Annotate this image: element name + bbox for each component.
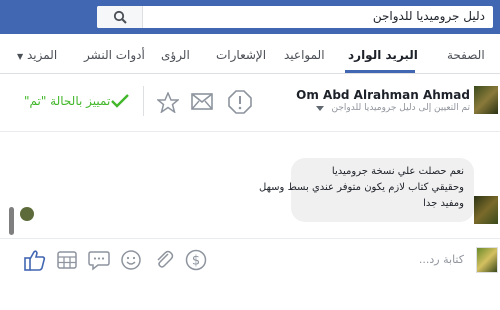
emoji-icon[interactable] (120, 249, 142, 271)
contact-name[interactable]: Om Abd Alrahman Ahmad (296, 88, 470, 102)
like-icon[interactable] (24, 249, 46, 271)
message-line: ومفيد جدا (423, 198, 464, 209)
message-line: وحقيقي كتاب لازم يكون متوفر عندي بسط وسه… (259, 182, 464, 193)
tab-more[interactable]: المزيد ▼ (17, 48, 57, 62)
message-bubble: نعم حصلت علي نسخة جروميديا وحقيقي كتاب ل… (259, 158, 474, 222)
avatar (474, 86, 498, 114)
assigned-to[interactable]: تم التعيين إلى دليل جروميديا للدواجن (332, 103, 471, 113)
chevron-down-icon: ▼ (17, 52, 24, 61)
message-line: نعم حصلت علي نسخة جروميديا (331, 166, 464, 177)
top-bar: دليل جروميديا للدواجن (0, 0, 500, 34)
reply-input[interactable]: كتابة رد... (419, 253, 464, 266)
reply-composer: $ كتابة رد... (0, 238, 500, 278)
tab-insights[interactable]: الرؤى (161, 48, 190, 62)
tab-more-label: المزيد (26, 48, 58, 62)
search-button[interactable] (97, 6, 143, 28)
mark-as-done-button[interactable]: تمييز بالحالة "تم" (24, 94, 110, 108)
divider (143, 86, 144, 116)
tab-notifications[interactable]: الإشعارات (216, 48, 266, 62)
search-icon (113, 10, 127, 24)
tab-appointments[interactable]: المواعيد (284, 48, 325, 62)
search-box[interactable]: دليل جروميديا للدواجن (97, 6, 493, 28)
check-icon[interactable] (110, 93, 130, 109)
search-input[interactable]: دليل جروميديا للدواجن (373, 9, 485, 23)
conversation-header: Om Abd Alrahman Ahmad تم التعيين إلى دلي… (0, 74, 500, 132)
scrollbar[interactable] (9, 207, 14, 235)
sender-avatar (474, 196, 498, 224)
saved-replies-icon[interactable] (88, 249, 110, 271)
svg-text:$: $ (192, 254, 200, 269)
seen-avatar (20, 207, 34, 221)
attachment-icon[interactable] (153, 249, 175, 271)
grid-template-icon[interactable] (56, 249, 78, 271)
assign-dropdown-icon[interactable] (316, 106, 324, 111)
page-tabs: الصفحة البريد الوارد المواعيد الإشعارات … (0, 34, 500, 74)
tab-publishing-tools[interactable]: أدوات النشر (84, 48, 145, 62)
active-tab-indicator (345, 70, 415, 73)
page-avatar (476, 247, 498, 273)
tab-inbox[interactable]: البريد الوارد (348, 48, 418, 62)
payment-icon[interactable]: $ (185, 249, 207, 271)
mail-icon[interactable] (191, 93, 213, 110)
report-icon[interactable] (228, 90, 252, 114)
message-thread: نعم حصلت علي نسخة جروميديا وحقيقي كتاب ل… (0, 133, 500, 238)
tab-page[interactable]: الصفحة (447, 48, 485, 62)
star-icon[interactable] (157, 92, 179, 113)
